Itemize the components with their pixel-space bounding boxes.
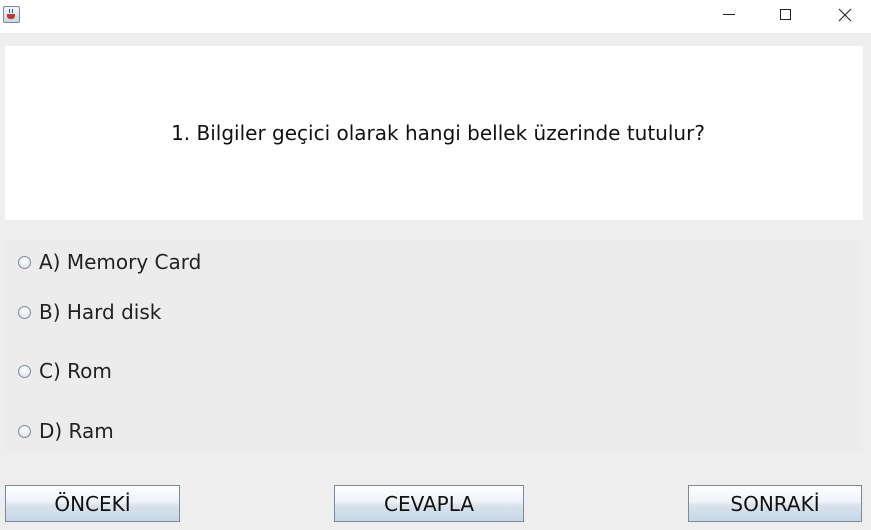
next-button[interactable]: SONRAKİ [688,485,862,522]
option-c[interactable]: C) Rom [5,357,112,385]
answer-button[interactable]: CEVAPLA [334,485,524,522]
option-a-label[interactable]: A) Memory Card [39,250,201,274]
radio-button-icon[interactable] [18,364,31,378]
option-a[interactable]: A) Memory Card [5,248,201,276]
answer-options-group: A) Memory Card B) Hard disk C) Rom D) Ra… [5,240,862,452]
question-text: 1. Bilgiler geçici olarak hangi bellek ü… [171,121,705,145]
question-panel: 1. Bilgiler geçici olarak hangi bellek ü… [5,46,863,220]
radio-button-icon[interactable] [18,424,31,438]
option-d[interactable]: D) Ram [5,417,114,445]
radio-button-icon[interactable] [18,255,31,269]
option-b[interactable]: B) Hard disk [5,298,161,326]
close-icon[interactable] [822,0,868,30]
quiz-window: 1. Bilgiler geçici olarak hangi bellek ü… [0,0,871,530]
java-cup-icon[interactable] [3,6,20,23]
maximize-icon[interactable] [763,0,809,30]
minimize-icon[interactable] [706,0,752,30]
content-area: 1. Bilgiler geçici olarak hangi bellek ü… [0,33,871,530]
radio-button-icon[interactable] [18,305,31,319]
title-bar [0,0,871,32]
option-c-label[interactable]: C) Rom [39,359,112,383]
previous-button[interactable]: ÖNCEKİ [5,485,180,522]
option-b-label[interactable]: B) Hard disk [39,300,161,324]
option-d-label[interactable]: D) Ram [39,419,114,443]
